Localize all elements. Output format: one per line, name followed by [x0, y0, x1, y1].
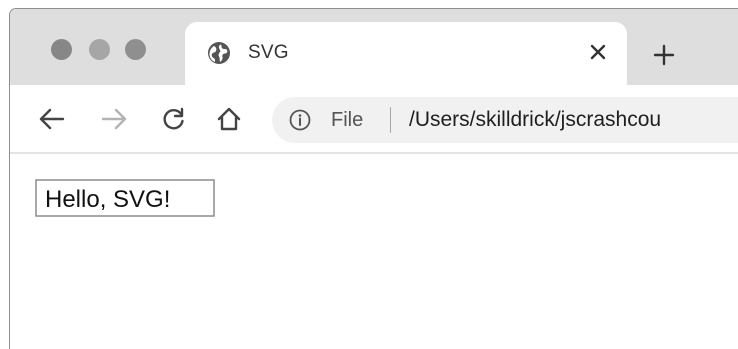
- tab-strip: SVG: [10, 9, 738, 85]
- close-icon[interactable]: [587, 41, 609, 63]
- address-separator: [390, 107, 391, 133]
- tab-title: SVG: [248, 42, 289, 63]
- maximize-window-button[interactable]: [125, 39, 146, 60]
- plus-icon[interactable]: [653, 44, 675, 66]
- back-arrow-icon[interactable]: [38, 106, 66, 132]
- url-text[interactable]: /Users/skilldrick/jscrashcou: [409, 108, 661, 132]
- close-window-button[interactable]: [51, 39, 72, 60]
- page-content: Hello, SVG!: [10, 154, 738, 349]
- globe-icon: [208, 42, 230, 64]
- tab-svg[interactable]: SVG: [185, 22, 627, 85]
- url-scheme-label: File: [331, 109, 364, 131]
- reload-icon[interactable]: [160, 106, 188, 132]
- address-bar[interactable]: File /Users/skilldrick/jscrashcou: [272, 97, 738, 143]
- svg-canvas: Hello, SVG!: [35, 179, 215, 217]
- minimize-window-button[interactable]: [89, 39, 110, 60]
- svg-text: Hello, SVG!: [45, 186, 170, 213]
- home-icon[interactable]: [215, 106, 243, 132]
- browser-toolbar: File /Users/skilldrick/jscrashcou: [10, 85, 738, 154]
- browser-window: SVG File /Users/skilldrick/jscrashcou He…: [9, 8, 738, 349]
- forward-arrow-icon[interactable]: [100, 106, 128, 132]
- info-icon[interactable]: [289, 109, 311, 131]
